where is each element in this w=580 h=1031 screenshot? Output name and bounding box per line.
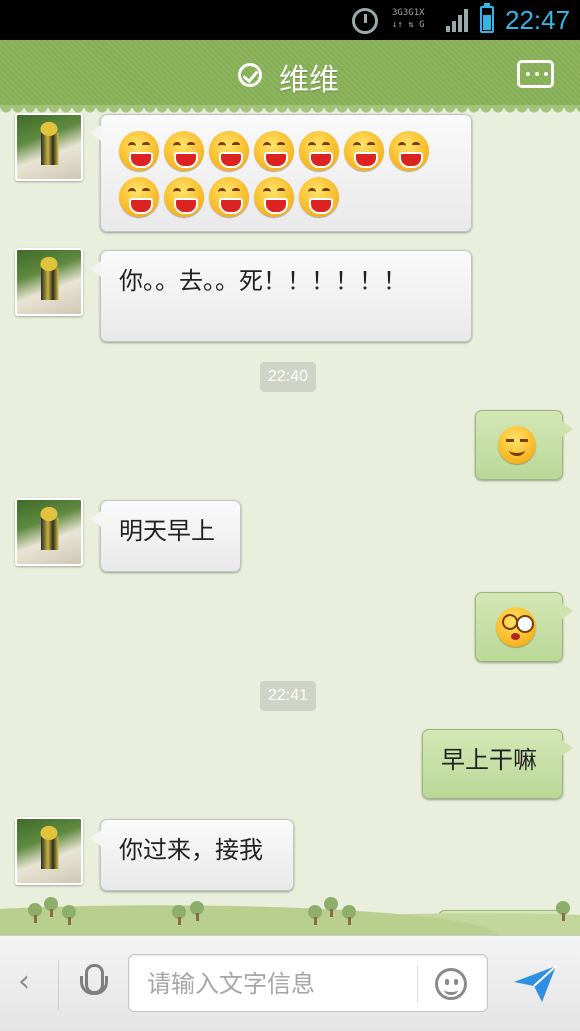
grin-emoji-icon: [164, 131, 204, 171]
contact-name: 维维: [279, 63, 339, 98]
message-composer: ‹: [0, 935, 580, 1031]
grin-emoji-icon: [389, 131, 429, 171]
microphone-icon[interactable]: [80, 964, 108, 1004]
contact-avatar[interactable]: [15, 248, 83, 316]
grin-emoji-icon: [119, 131, 159, 171]
hills-background-decoration: [0, 895, 580, 935]
status-clock: 22:47: [505, 5, 571, 35]
grin-emoji-icon: [209, 131, 249, 171]
network-label: 3G: [402, 8, 414, 18]
grin-emoji-icon: [299, 131, 339, 171]
collapse-chevron-icon[interactable]: ‹: [18, 964, 30, 999]
message-text: 你过来，接我: [119, 836, 263, 864]
message-input-field: [128, 954, 488, 1012]
contact-avatar[interactable]: [15, 113, 83, 181]
network-label: 1X: [413, 8, 425, 18]
chat-header: 维维: [0, 40, 580, 113]
message-bubble-outgoing[interactable]: 早上干嘛: [422, 729, 573, 799]
grin-emoji-icon: [209, 177, 249, 217]
contact-avatar[interactable]: [15, 817, 83, 885]
message-bubble-incoming[interactable]: 明天早上: [90, 500, 241, 572]
send-icon[interactable]: [512, 964, 558, 1004]
divider: [417, 965, 418, 1003]
message-text: 早上干嘛: [441, 746, 537, 774]
message-bubble-outgoing[interactable]: [475, 592, 573, 662]
message-timestamp: 22:41: [260, 681, 317, 711]
battery-icon: [480, 3, 494, 33]
message-timestamp: 22:40: [260, 362, 317, 392]
message-bubble-incoming[interactable]: 你。。去。。死！！！！！！: [90, 250, 472, 342]
emoji-picker-icon[interactable]: [435, 968, 467, 1000]
chat-history[interactable]: 你。。去。。死！！！！！！ 22:40 明天早上 22:41 早上干嘛 你过来，…: [0, 108, 580, 935]
dizzy-emoji-icon: [496, 607, 536, 647]
contact-avatar[interactable]: [15, 498, 83, 566]
check-circle-icon: [238, 63, 262, 87]
network-label: G: [419, 20, 425, 30]
network-indicator: 3G3G1X ↓↑ ⇅ G: [392, 8, 425, 30]
grin-emoji-icon: [344, 131, 384, 171]
status-bar: 3G3G1X ↓↑ ⇅ G 22:47: [0, 0, 580, 40]
smile-emoji-icon: [498, 426, 536, 464]
message-text: 你。。去。。死！！！！！！: [119, 267, 407, 295]
grin-emoji-icon: [119, 177, 159, 217]
signal-strength-icon: [446, 8, 470, 32]
message-input[interactable]: [147, 965, 417, 1003]
divider: [58, 960, 59, 1010]
message-text: 明天早上: [119, 517, 215, 545]
message-bubble-incoming[interactable]: 你过来，接我: [90, 819, 294, 891]
grin-emoji-icon: [299, 177, 339, 217]
more-menu-icon[interactable]: [517, 60, 554, 88]
message-bubble-outgoing[interactable]: [475, 410, 573, 480]
network-label: 3G: [392, 8, 403, 18]
grin-emoji-icon: [254, 131, 294, 171]
grin-emoji-icon: [254, 177, 294, 217]
message-bubble-incoming[interactable]: [90, 114, 472, 232]
grin-emoji-icon: [164, 177, 204, 217]
alarm-icon: [352, 8, 378, 34]
